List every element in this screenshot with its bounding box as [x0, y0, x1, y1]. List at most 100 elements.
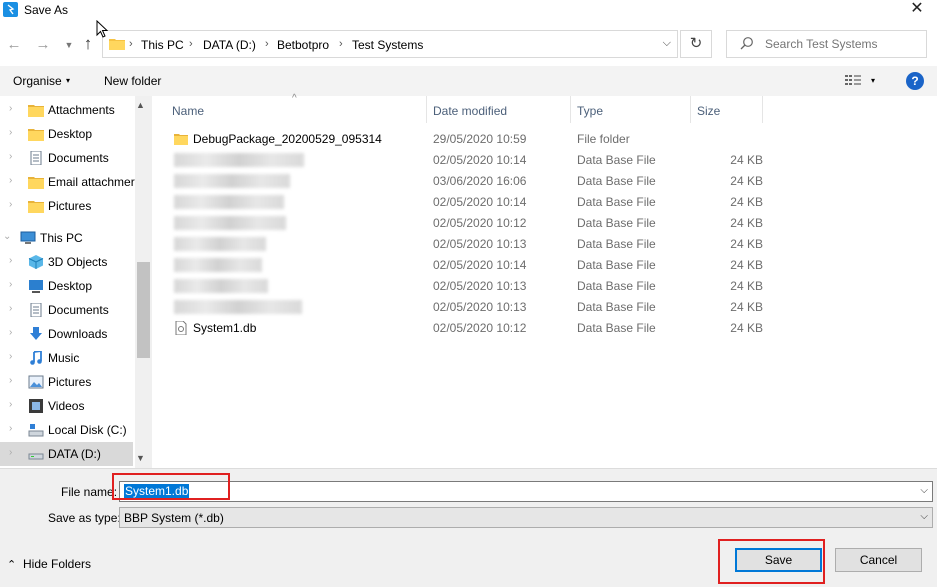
organise-button[interactable]: Organise	[13, 74, 62, 88]
sidebar-item-label: Videos	[48, 399, 85, 413]
table-row[interactable]: 02/05/2020 10:13 Data Base File 24 KB	[172, 234, 792, 255]
chevron-right-icon[interactable]: ›	[9, 255, 12, 266]
column-header-date[interactable]: Date modified	[433, 104, 507, 118]
refresh-button[interactable]: ↻	[680, 30, 712, 58]
hide-folders-button[interactable]: ⌃ Hide Folders	[7, 557, 91, 571]
chevron-down-icon[interactable]: ▾	[871, 76, 875, 85]
file-type: Data Base File	[577, 153, 656, 167]
sidebar-item[interactable]: › Pictures	[0, 370, 133, 394]
table-row[interactable]: 02/05/2020 10:14 Data Base File 24 KB	[172, 192, 792, 213]
chevron-right-icon[interactable]: ›	[9, 279, 12, 290]
chevron-right-icon[interactable]: ›	[9, 103, 12, 114]
breadcrumb-betbotpro[interactable]: Betbotpro	[277, 38, 329, 52]
chevron-right-icon[interactable]: ›	[9, 175, 12, 186]
sidebar-item[interactable]: › Desktop	[0, 274, 133, 298]
breadcrumb-separator: ›	[339, 38, 343, 50]
sidebar-item-label: This PC	[40, 231, 83, 245]
chevron-right-icon[interactable]: ›	[9, 423, 12, 434]
recent-locations-button[interactable]: ▼	[60, 36, 78, 54]
column-divider[interactable]	[426, 96, 427, 123]
search-box[interactable]	[726, 30, 927, 58]
chevron-down-icon[interactable]: ⌵	[920, 511, 928, 522]
table-row[interactable]: 02/05/2020 10:13 Data Base File 24 KB	[172, 297, 792, 318]
file-type: Data Base File	[577, 195, 656, 209]
scroll-up-icon[interactable]: ▲	[136, 100, 145, 110]
table-row[interactable]: 02/05/2020 10:13 Data Base File 24 KB	[172, 276, 792, 297]
chevron-down-icon[interactable]: ⌵	[920, 485, 928, 496]
column-divider[interactable]	[762, 96, 763, 123]
breadcrumb-test-systems[interactable]: Test Systems	[352, 38, 423, 52]
sidebar-item[interactable]: › Videos	[0, 394, 133, 418]
scroll-down-icon[interactable]: ▼	[136, 453, 145, 463]
sidebar-item[interactable]: › Attachments	[0, 98, 133, 122]
table-row[interactable]: System1.db 02/05/2020 10:12 Data Base File…	[172, 318, 792, 339]
folder-icon	[28, 199, 44, 213]
redacted-filename	[174, 153, 304, 167]
sidebar-item[interactable]: › Documents	[0, 298, 133, 322]
forward-button[interactable]: →	[34, 36, 52, 54]
chevron-right-icon[interactable]: ›	[9, 151, 12, 162]
sidebar-item[interactable]: › Desktop	[0, 122, 133, 146]
sidebar-item-label: Local Disk (C:)	[48, 423, 127, 437]
chevron-right-icon[interactable]: ›	[9, 447, 12, 458]
chevron-down-icon[interactable]: ⌵	[663, 37, 671, 50]
new-folder-button[interactable]: New folder	[104, 74, 161, 88]
view-options-icon[interactable]	[845, 74, 861, 86]
file-date: 02/05/2020 10:13	[433, 237, 527, 251]
sidebar-item[interactable]: › Music	[0, 346, 133, 370]
sidebar-item-label: Documents	[48, 303, 109, 317]
back-button[interactable]: ←	[5, 36, 23, 54]
breadcrumb-data-d[interactable]: DATA (D:)	[203, 38, 256, 52]
table-row[interactable]: 02/05/2020 10:14 Data Base File 24 KB	[172, 150, 792, 171]
sidebar-item[interactable]: › Documents	[0, 146, 133, 170]
nav-scrollbar-thumb[interactable]	[137, 262, 150, 358]
annotation-highlight-file-name	[112, 473, 230, 500]
file-type: Data Base File	[577, 174, 656, 188]
column-header-name[interactable]: Name	[172, 104, 204, 118]
search-input[interactable]	[765, 37, 915, 51]
breadcrumb-this-pc[interactable]: This PC	[141, 38, 184, 52]
sidebar-item[interactable]: › Email attachmer	[0, 170, 135, 194]
up-button[interactable]: ↑	[79, 35, 97, 53]
chevron-right-icon[interactable]: ›	[9, 303, 12, 314]
chevron-right-icon[interactable]: ›	[9, 351, 12, 362]
chevron-down-icon[interactable]: ▾	[66, 76, 70, 85]
table-row[interactable]: 02/05/2020 10:12 Data Base File 24 KB	[172, 213, 792, 234]
chevron-right-icon[interactable]: ›	[9, 199, 12, 210]
chevron-right-icon[interactable]: ›	[9, 399, 12, 410]
column-header-size[interactable]: Size	[697, 104, 720, 118]
sidebar-item[interactable]: › Pictures	[0, 194, 133, 218]
sidebar-item-label: Music	[48, 351, 80, 365]
videos-icon	[28, 399, 44, 413]
cancel-button[interactable]: Cancel	[835, 548, 922, 572]
column-divider[interactable]	[570, 96, 571, 123]
save-as-type-select[interactable]: BBP System (*.db) ⌵	[119, 507, 933, 528]
sidebar-item[interactable]: › 3D Objects	[0, 250, 133, 274]
documents-icon	[28, 302, 44, 318]
close-icon[interactable]: ✕	[903, 0, 931, 20]
file-type: Data Base File	[577, 216, 656, 230]
sidebar-item[interactable]: › DATA (D:)	[0, 442, 133, 466]
folder-icon	[109, 39, 125, 50]
address-bar[interactable]: › This PC › DATA (D:) › Betbotpro › Test…	[102, 30, 678, 58]
table-row[interactable]: 02/05/2020 10:14 Data Base File 24 KB	[172, 255, 792, 276]
desktop-icon	[28, 279, 44, 293]
file-size: 24 KB	[730, 195, 763, 209]
sidebar-item[interactable]: › Downloads	[0, 322, 133, 346]
file-name-field[interactable]: System1.db ⌵	[119, 481, 933, 502]
chevron-down-icon[interactable]: ⌄	[3, 231, 11, 242]
file-size: 24 KB	[730, 300, 763, 314]
table-row[interactable]: 03/06/2020 16:06 Data Base File 24 KB	[172, 171, 792, 192]
table-row[interactable]: DebugPackage_20200529_095314 29/05/2020 1…	[172, 129, 792, 150]
column-divider[interactable]	[690, 96, 691, 123]
chevron-right-icon[interactable]: ›	[9, 327, 12, 338]
breadcrumb-separator: ›	[265, 38, 269, 50]
redacted-filename	[174, 237, 266, 251]
chevron-right-icon[interactable]: ›	[9, 127, 12, 138]
sidebar-item[interactable]: ⌄ This PC	[0, 226, 133, 250]
chevron-right-icon[interactable]: ›	[9, 375, 12, 386]
help-button[interactable]: ?	[906, 72, 924, 90]
sidebar-item[interactable]: › Local Disk (C:)	[0, 418, 133, 442]
column-header-type[interactable]: Type	[577, 104, 603, 118]
sidebar-item-label: Desktop	[48, 279, 93, 293]
